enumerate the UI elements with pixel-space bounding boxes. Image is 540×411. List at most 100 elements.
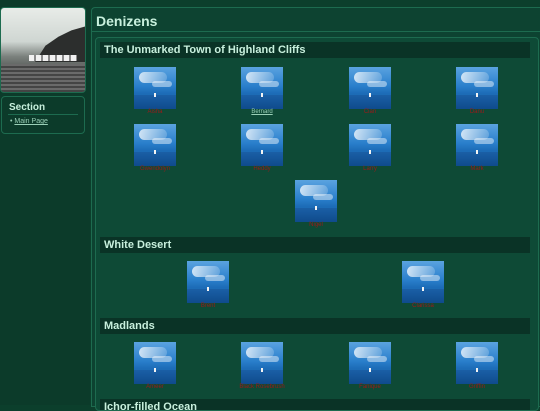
resident-tile[interactable]: Nigel	[276, 180, 356, 236]
resident-name[interactable]: Ameer	[115, 384, 195, 390]
cloud2-shape	[367, 138, 387, 144]
resident-name[interactable]: Aisha	[115, 109, 195, 115]
cloud2-shape	[152, 81, 172, 87]
section-heading: Ichor-filled Ocean	[100, 399, 530, 411]
resident-portrait-image[interactable]	[241, 67, 283, 109]
resident-name[interactable]: Griffin	[437, 384, 517, 390]
boat-shape	[207, 287, 209, 291]
sea-shape	[349, 152, 391, 166]
section-heading-text: Ichor-filled Ocean	[104, 401, 197, 411]
field-shape	[1, 64, 85, 92]
resident-name[interactable]: Nigel	[276, 222, 356, 228]
resident-name[interactable]: Brent	[168, 303, 248, 309]
resident-portrait-image[interactable]	[134, 124, 176, 166]
section-title: Section	[9, 102, 46, 113]
section-heading-text: White Desert	[104, 239, 172, 251]
sea-shape	[134, 152, 176, 166]
section-heading: The Unmarked Town of Highland Cliffs	[100, 42, 530, 58]
boat-shape	[261, 93, 263, 97]
resident-name[interactable]: Gwendolyn	[115, 166, 195, 172]
resident-name[interactable]: Mark	[437, 166, 517, 172]
boat-shape	[154, 368, 156, 372]
sea-shape	[134, 370, 176, 384]
resident-tile[interactable]: Gwendolyn	[115, 124, 195, 180]
resident-portrait-image[interactable]	[187, 261, 229, 303]
cloud2-shape	[474, 81, 494, 87]
boat-shape	[154, 93, 156, 97]
cloud2-shape	[259, 356, 279, 362]
resident-tile[interactable]: Danu	[437, 67, 517, 123]
cloud2-shape	[152, 138, 172, 144]
sea-shape	[349, 95, 391, 109]
cloud2-shape	[313, 194, 333, 200]
resident-portrait-image[interactable]	[349, 342, 391, 384]
boat-shape	[476, 93, 478, 97]
main-page-link[interactable]: Main Page	[14, 118, 47, 125]
resident-name[interactable]: Clarissa	[383, 303, 463, 309]
resident-tile[interactable]: Fanique	[330, 342, 410, 398]
sea-shape	[456, 370, 498, 384]
cloud2-shape	[367, 356, 387, 362]
banner-image	[0, 7, 86, 93]
boat-shape	[261, 368, 263, 372]
resident-tile[interactable]: Larry	[330, 124, 410, 180]
cloud2-shape	[474, 138, 494, 144]
sea-shape	[402, 289, 444, 303]
section-heading-text: The Unmarked Town of Highland Cliffs	[104, 44, 306, 56]
sea-shape	[241, 370, 283, 384]
section-link-item: • Main Page	[10, 118, 48, 125]
sea-shape	[456, 95, 498, 109]
resident-portrait-image[interactable]	[402, 261, 444, 303]
sea-shape	[241, 152, 283, 166]
resident-name[interactable]: Larry	[330, 166, 410, 172]
sea-shape	[187, 289, 229, 303]
sea-shape	[456, 152, 498, 166]
cloud2-shape	[474, 356, 494, 362]
resident-tile[interactable]: Black Rosebrush	[222, 342, 302, 398]
resident-portrait-image[interactable]	[349, 124, 391, 166]
resident-portrait-image[interactable]	[134, 342, 176, 384]
resident-portrait-image[interactable]	[456, 342, 498, 384]
resident-portrait-image[interactable]	[456, 67, 498, 109]
boat-shape	[369, 368, 371, 372]
resident-portrait-image[interactable]	[241, 124, 283, 166]
resident-tile[interactable]: Bernard	[222, 67, 302, 123]
resident-tile[interactable]: Aisha	[115, 67, 195, 123]
resident-tile[interactable]: Griffin	[437, 342, 517, 398]
resident-tile[interactable]: Brent	[168, 261, 248, 317]
section-heading: White Desert	[100, 237, 530, 253]
title-divider	[92, 31, 540, 32]
page-title: Denizens	[96, 13, 158, 29]
resident-name-link[interactable]: Bernard	[222, 109, 302, 115]
resident-portrait-image[interactable]	[295, 180, 337, 222]
cloud2-shape	[367, 81, 387, 87]
cloud2-shape	[259, 81, 279, 87]
sidebar: Section • Main Page	[0, 0, 90, 405]
resident-portrait-image[interactable]	[349, 67, 391, 109]
sea-shape	[349, 370, 391, 384]
boat-shape	[369, 150, 371, 154]
section-heading: Madlands	[100, 318, 530, 334]
content-panel: The Unmarked Town of Highland Cliffs Ais…	[95, 37, 539, 411]
cloud2-shape	[205, 275, 225, 281]
section-box: Section • Main Page	[1, 96, 85, 134]
resident-tile[interactable]: Ameer	[115, 342, 195, 398]
boat-shape	[369, 93, 371, 97]
resident-name[interactable]: Danu	[437, 109, 517, 115]
resident-portrait-image[interactable]	[134, 67, 176, 109]
cloud2-shape	[420, 275, 440, 281]
resident-tile[interactable]: Clarissa	[383, 261, 463, 317]
boat-shape	[476, 368, 478, 372]
resident-name[interactable]: Fanique	[330, 384, 410, 390]
boat-shape	[315, 206, 317, 210]
resident-tile[interactable]: Heddy	[222, 124, 302, 180]
main-panel: Denizens The Unmarked Town of Highland C…	[91, 7, 540, 411]
resident-portrait-image[interactable]	[456, 124, 498, 166]
resident-name[interactable]: Cian	[330, 109, 410, 115]
resident-name[interactable]: Heddy	[222, 166, 302, 172]
resident-name[interactable]: Black Rosebrush	[222, 384, 302, 390]
resident-portrait-image[interactable]	[241, 342, 283, 384]
boat-shape	[422, 287, 424, 291]
resident-tile[interactable]: Mark	[437, 124, 517, 180]
resident-tile[interactable]: Cian	[330, 67, 410, 123]
